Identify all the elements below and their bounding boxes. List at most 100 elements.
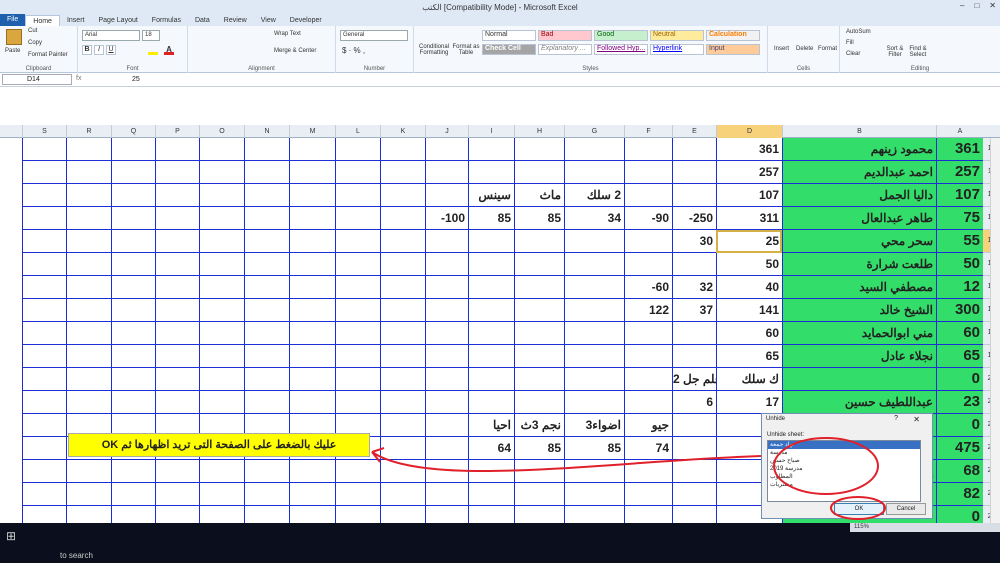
cell-d14[interactable]: 25 — [716, 230, 782, 253]
column-header-l[interactable]: L — [335, 125, 380, 138]
cell-l19[interactable] — [335, 345, 380, 368]
cell-q21[interactable] — [111, 391, 155, 414]
cell-k11[interactable] — [380, 161, 425, 184]
cell-f12[interactable] — [624, 184, 672, 207]
cell-e12[interactable] — [672, 184, 716, 207]
cell-l12[interactable] — [335, 184, 380, 207]
cell-a11[interactable]: 257 — [936, 161, 983, 184]
close-icon[interactable]: ✕ — [989, 1, 996, 10]
cell-f13[interactable]: -90 — [624, 207, 672, 230]
cell-m15[interactable] — [289, 253, 335, 276]
tab-page-layout[interactable]: Page Layout — [91, 15, 144, 26]
italic-button[interactable]: I — [94, 45, 104, 55]
cell-h18[interactable] — [514, 322, 564, 345]
cell-l16[interactable] — [335, 276, 380, 299]
cell-k18[interactable] — [380, 322, 425, 345]
cell-d17[interactable]: 141 — [716, 299, 782, 322]
column-header-h[interactable]: H — [514, 125, 564, 138]
cell-o25[interactable] — [199, 483, 244, 506]
cell-q13[interactable] — [111, 207, 155, 230]
cell-o13[interactable] — [199, 207, 244, 230]
cell-a13[interactable]: 75 — [936, 207, 983, 230]
cell-b14[interactable]: سحر محي — [782, 230, 936, 253]
formula-input[interactable]: 25 — [132, 74, 140, 85]
cell-i19[interactable] — [468, 345, 514, 368]
cell-j12[interactable] — [425, 184, 468, 207]
cell-o18[interactable] — [199, 322, 244, 345]
cell-r16[interactable] — [66, 276, 111, 299]
cell-l10[interactable] — [335, 138, 380, 161]
cell-n14[interactable] — [244, 230, 289, 253]
cell-e14[interactable]: 30 — [672, 230, 716, 253]
cell-p14[interactable] — [155, 230, 199, 253]
cell-k16[interactable] — [380, 276, 425, 299]
cell-g17[interactable] — [564, 299, 624, 322]
cell-l20[interactable] — [335, 368, 380, 391]
cell-b10[interactable]: محمود زينهم — [782, 138, 936, 161]
tab-view[interactable]: View — [254, 15, 283, 26]
cell-p17[interactable] — [155, 299, 199, 322]
cell-s15[interactable] — [22, 253, 66, 276]
cell-h12[interactable]: ماث — [514, 184, 564, 207]
cell-q10[interactable] — [111, 138, 155, 161]
column-header-o[interactable]: O — [199, 125, 244, 138]
cell-i17[interactable] — [468, 299, 514, 322]
cell-b16[interactable]: مصطفي السيد — [782, 276, 936, 299]
cell-b15[interactable]: طلعت شرارة — [782, 253, 936, 276]
underline-button[interactable]: U — [106, 45, 116, 55]
cell-r13[interactable] — [66, 207, 111, 230]
cell-h19[interactable] — [514, 345, 564, 368]
autosum-button[interactable]: AutoSum — [846, 29, 871, 35]
column-header-q[interactable]: Q — [111, 125, 155, 138]
cell-p25[interactable] — [155, 483, 199, 506]
cell-p24[interactable] — [155, 460, 199, 483]
maximize-icon[interactable]: □ — [974, 1, 979, 10]
cell-n25[interactable] — [244, 483, 289, 506]
cell-n21[interactable] — [244, 391, 289, 414]
cell-m20[interactable] — [289, 368, 335, 391]
cell-e13[interactable]: -250 — [672, 207, 716, 230]
column-header-s[interactable]: S — [22, 125, 66, 138]
find-select-button[interactable]: Find & Select — [906, 46, 930, 58]
cell-o12[interactable] — [199, 184, 244, 207]
cell-p15[interactable] — [155, 253, 199, 276]
help-icon[interactable]: ? — [894, 415, 898, 422]
cell-j19[interactable] — [425, 345, 468, 368]
cell-f11[interactable] — [624, 161, 672, 184]
fill-button[interactable]: Fill — [846, 40, 854, 46]
cell-r12[interactable] — [66, 184, 111, 207]
cell-r21[interactable] — [66, 391, 111, 414]
cell-m21[interactable] — [289, 391, 335, 414]
cell-f17[interactable]: 122 — [624, 299, 672, 322]
cell-n20[interactable] — [244, 368, 289, 391]
cell-s22[interactable] — [22, 414, 66, 437]
cell-d21[interactable]: 17 — [716, 391, 782, 414]
cell-k17[interactable] — [380, 299, 425, 322]
cell-d11[interactable]: 257 — [716, 161, 782, 184]
cell-g14[interactable] — [564, 230, 624, 253]
cell-b21[interactable]: عبداللطيف حسين — [782, 391, 936, 414]
cell-o16[interactable] — [199, 276, 244, 299]
cell-a24[interactable]: 68 — [936, 460, 983, 483]
cell-f15[interactable] — [624, 253, 672, 276]
style-calculation[interactable]: Calculation — [706, 30, 760, 41]
cell-e20[interactable]: 2 قلم جل — [672, 368, 716, 391]
font-size-select[interactable]: 18 — [142, 30, 160, 41]
cell-a19[interactable]: 65 — [936, 345, 983, 368]
tab-data[interactable]: Data — [188, 15, 217, 26]
cell-a16[interactable]: 12 — [936, 276, 983, 299]
cell-m12[interactable] — [289, 184, 335, 207]
cell-g11[interactable] — [564, 161, 624, 184]
cell-d15[interactable]: 50 — [716, 253, 782, 276]
cell-h20[interactable] — [514, 368, 564, 391]
sort-filter-button[interactable]: Sort & Filter — [884, 46, 906, 58]
cell-r24[interactable] — [66, 460, 111, 483]
cell-d13[interactable]: 311 — [716, 207, 782, 230]
cell-j16[interactable] — [425, 276, 468, 299]
cell-r10[interactable] — [66, 138, 111, 161]
cell-o19[interactable] — [199, 345, 244, 368]
cell-j14[interactable] — [425, 230, 468, 253]
cell-m14[interactable] — [289, 230, 335, 253]
cell-f19[interactable] — [624, 345, 672, 368]
cell-g18[interactable] — [564, 322, 624, 345]
